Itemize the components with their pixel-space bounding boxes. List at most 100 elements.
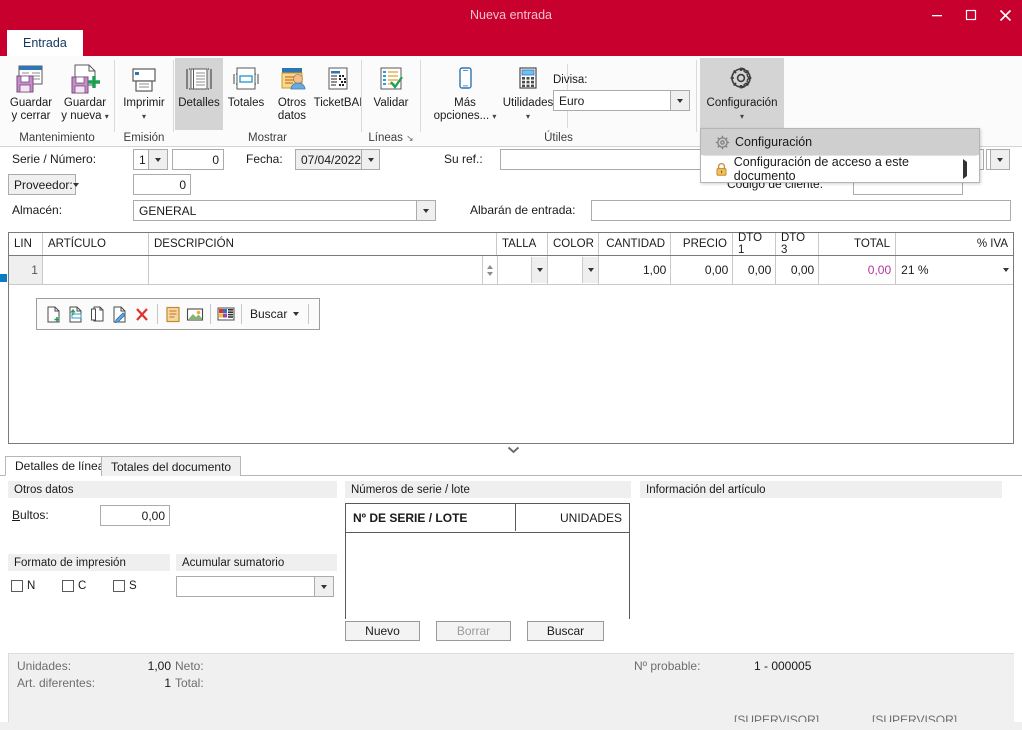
chevron-down-icon[interactable] [148,150,167,169]
chevron-down-icon[interactable] [998,257,1014,283]
albaran-input[interactable] [591,200,1011,221]
otros-datos-header: Otros datos [8,481,337,498]
guardar-y-nueva-button[interactable]: Guardar y nueva ▾ [56,58,114,130]
imprimir-button[interactable]: Imprimir ▾ [115,58,173,130]
printer-icon [128,62,160,94]
cell-dto3[interactable]: 0,00 [776,256,820,284]
cell-dto1[interactable]: 0,00 [733,256,777,284]
grid-col-total[interactable]: TOTAL [819,233,896,255]
buscar-dropdown-label[interactable]: Buscar [246,307,293,321]
window-controls [920,0,1022,30]
chevron-down-icon[interactable] [990,150,1009,169]
collapse-grid-chevron[interactable] [505,443,521,457]
btn-line1: Otros [277,97,307,109]
serial-numbers-table: Nº DE SERIE / LOTE UNIDADES [345,503,630,619]
acumular-sumatorio-select[interactable] [176,576,334,597]
chevron-down-icon[interactable] [314,577,333,596]
bultos-input[interactable]: 0,00 [100,505,170,526]
proveedor-button[interactable]: Proveedor: [8,174,79,195]
chevron-down-icon[interactable]: ▾ [142,112,146,121]
table-row[interactable]: 1 1,00 0,00 0,00 0,00 0,00 21 % [9,256,1014,285]
grid-col-precio[interactable]: PRECIO [671,233,733,255]
fecha-datepicker[interactable]: 07/04/2022 [295,149,380,170]
insert-line-icon[interactable] [65,302,87,326]
totales-button[interactable]: Totales [223,58,269,130]
grid-col-lin[interactable]: LIN [9,233,43,255]
new-line-icon[interactable] [43,302,65,326]
grid-col-cantidad[interactable]: CANTIDAD [599,233,671,255]
serial-table-body[interactable] [346,533,629,619]
save-close-icon [15,62,47,94]
guardar-y-cerrar-label: Guardar y cerrar [10,97,52,122]
serial-nuevo-button[interactable]: Nuevo [345,621,420,641]
checkbox-n[interactable]: N [11,580,35,592]
grid-col-articulo[interactable]: ARTÍCULO [43,233,149,255]
chevron-down-icon[interactable] [361,150,379,169]
menu-item-configuracion[interactable]: Configuración [701,129,979,155]
tab-detalles-de-linea[interactable]: Detalles de línea [5,456,115,476]
chevron-down-icon[interactable]: ▾ [526,112,530,121]
colors-icon[interactable] [215,302,237,326]
serial-col-unidades[interactable]: UNIDADES [516,504,629,531]
checkbox-c[interactable]: C [62,580,86,592]
cell-color[interactable] [548,256,600,284]
su-ref-extra-select[interactable] [986,149,1010,170]
cell-iva[interactable]: 21 % [896,256,1014,284]
image-icon[interactable] [184,302,206,326]
serial-buscar-button[interactable]: Buscar [527,621,604,641]
divisa-select[interactable]: Euro [553,90,690,111]
copy-line-icon[interactable] [87,302,109,326]
checkbox-s-box[interactable] [113,580,125,592]
tab-totales-del-documento[interactable]: Totales del documento [101,456,242,476]
grid-col-color[interactable]: COLOR [548,233,599,255]
close-button[interactable] [988,0,1022,30]
checkbox-c-box[interactable] [62,580,74,592]
grid-col-dto1[interactable]: DTO 1 [733,232,776,256]
menu-item-configuracion-acceso[interactable]: Configuración de acceso a este documento [701,155,979,183]
cell-precio[interactable]: 0,00 [671,256,734,284]
chevron-down-icon[interactable] [582,257,599,283]
utilidades-button[interactable]: Utilidades ▾ [497,58,559,130]
chevron-down-icon[interactable]: ▾ [105,112,109,121]
proveedor-code-input[interactable]: 0 [133,174,191,195]
chevron-down-icon[interactable] [416,201,435,220]
checkbox-s[interactable]: S [113,580,137,592]
grid-col-iva[interactable]: % IVA [896,233,1013,255]
edit-line-icon[interactable] [109,302,131,326]
chevron-down-icon[interactable]: ▾ [740,112,744,121]
checkbox-n-box[interactable] [11,580,23,592]
descripcion-spinner[interactable] [482,256,498,284]
cell-articulo[interactable] [42,256,149,284]
btn-line2: y nueva [61,109,102,122]
tab-entrada[interactable]: Entrada [7,30,83,56]
cell-descripcion[interactable] [148,256,483,284]
serie-select[interactable]: 1 [133,149,168,170]
serial-col-numero[interactable]: Nº DE SERIE / LOTE [346,504,516,531]
cell-talla[interactable] [497,256,549,284]
numero-input[interactable]: 0 [172,149,224,170]
chevron-down-icon[interactable] [293,312,304,316]
chevron-down-icon[interactable] [670,91,689,110]
grid-col-descripcion[interactable]: DESCRIPCIÓN [149,233,497,255]
almacen-select[interactable]: GENERAL [133,200,436,221]
chevron-down-icon[interactable]: ▾ [492,112,496,121]
guardar-y-cerrar-button[interactable]: Guardar y cerrar [2,58,60,130]
grid-col-dto3[interactable]: DTO 3 [776,232,819,256]
maximize-button[interactable] [954,0,988,30]
ticketbai-button[interactable]: TicketBAI [314,58,362,130]
chevron-down-icon[interactable] [531,257,548,283]
chevron-down-icon[interactable] [72,182,79,187]
cell-cantidad[interactable]: 1,00 [599,256,672,284]
grid-col-talla[interactable]: TALLA [497,233,548,255]
minimize-button[interactable] [920,0,954,30]
scrollbar-thumb[interactable] [0,274,7,282]
notes-icon[interactable] [162,302,184,326]
validar-button[interactable]: Validar [362,58,420,130]
detalles-button[interactable]: Detalles [175,58,223,130]
otros-datos-button[interactable]: Otros datos [269,58,315,130]
mas-opciones-button[interactable]: Más opciones... ▾ [433,58,497,130]
dialog-launcher-icon[interactable]: ↘ [406,133,414,143]
configuracion-button[interactable]: Configuración ▾ [700,58,784,130]
grid-vertical-scrollbar[interactable] [0,232,7,444]
delete-line-icon[interactable] [131,302,153,326]
